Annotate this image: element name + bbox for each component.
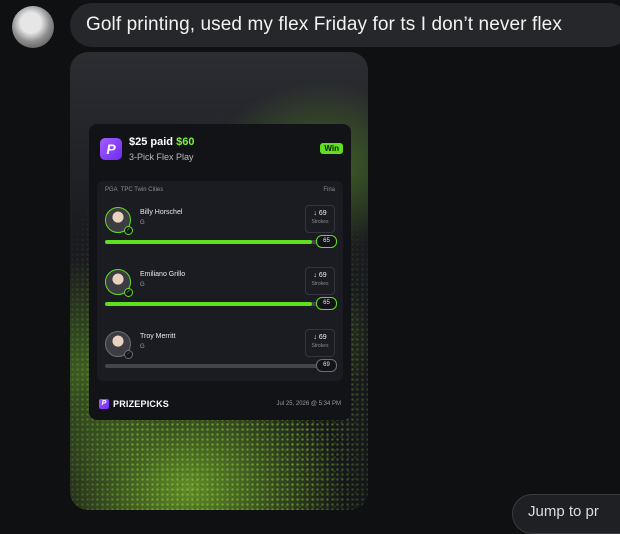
- panel-header: PGA TPC Twin Cities Fina: [105, 187, 335, 193]
- result-value: 69: [316, 359, 337, 372]
- progress-bar: [105, 364, 325, 368]
- check-icon: ✓: [124, 350, 133, 359]
- brand-name: PRIZEPICKS: [113, 399, 170, 409]
- projection-box: ↓ 69 Strokes: [305, 329, 335, 357]
- progress-bar: [105, 240, 325, 244]
- result-value: 65: [316, 235, 337, 248]
- progress-fill: [105, 302, 312, 306]
- card-header: P $25 paid $60 3-Pick Flex Play Win: [89, 124, 351, 176]
- paid-amount: $25 paid: [129, 136, 174, 148]
- projection-value: ↓ 69: [313, 334, 327, 341]
- picks-panel: PGA TPC Twin Cities Fina ✓ Billy Horschel…: [97, 181, 343, 381]
- player-position: G: [140, 220, 145, 226]
- card-footer: P PRIZEPICKS Jul 25, 2026 @ 5:34 PM: [89, 394, 351, 416]
- projection-box: ↓ 69 Strokes: [305, 205, 335, 233]
- projection-unit: Strokes: [311, 281, 329, 287]
- projection-unit: Strokes: [311, 343, 329, 349]
- play-type: 3-Pick Flex Play: [129, 152, 194, 162]
- message-bubble: Golf printing, used my flex Friday for t…: [70, 3, 620, 47]
- pick-row: ✓ Billy Horschel G ↓ 69 Strokes 65: [97, 201, 343, 265]
- timestamp: Jul 25, 2026 @ 5:34 PM: [276, 401, 341, 407]
- projection-value: ↓ 69: [313, 272, 327, 279]
- event-label: TPC Twin Cities: [120, 187, 164, 193]
- payout-line: $25 paid $60: [129, 136, 194, 148]
- prizepicks-logo-icon: P: [100, 138, 122, 160]
- player-position: G: [140, 344, 145, 350]
- player-name: Billy Horschel: [140, 209, 183, 216]
- win-badge: Win: [320, 143, 343, 154]
- projection-unit: Strokes: [311, 219, 329, 225]
- won-amount: $60: [176, 136, 195, 148]
- projection-box: ↓ 69 Strokes: [305, 267, 335, 295]
- check-icon: ✓: [124, 288, 133, 297]
- result-value: 65: [316, 297, 337, 310]
- check-icon: ✓: [124, 226, 133, 235]
- pick-row: ✓ Emiliano Grillo G ↓ 69 Strokes 65: [97, 263, 343, 327]
- player-name: Troy Merritt: [140, 333, 176, 340]
- sender-avatar[interactable]: [12, 6, 54, 48]
- player-name: Emiliano Grillo: [140, 271, 186, 278]
- jump-label: Jump to pr: [528, 503, 599, 520]
- message-text: Golf printing, used my flex Friday for t…: [86, 14, 562, 35]
- pick-row: ✓ Troy Merritt G ↓ 69 Strokes 69: [97, 325, 343, 389]
- progress-fill: [105, 240, 312, 244]
- projection-value: ↓ 69: [313, 210, 327, 217]
- jump-to-present-button[interactable]: Jump to pr: [512, 494, 620, 534]
- bet-slip-card: P $25 paid $60 3-Pick Flex Play Win PGA …: [89, 124, 351, 420]
- league-label: PGA: [105, 187, 118, 193]
- progress-bar: [105, 302, 325, 306]
- final-label: Fina: [323, 187, 335, 193]
- prizepicks-small-logo-icon: P: [99, 399, 109, 409]
- player-position: G: [140, 282, 145, 288]
- image-attachment[interactable]: P $25 paid $60 3-Pick Flex Play Win PGA …: [70, 52, 368, 510]
